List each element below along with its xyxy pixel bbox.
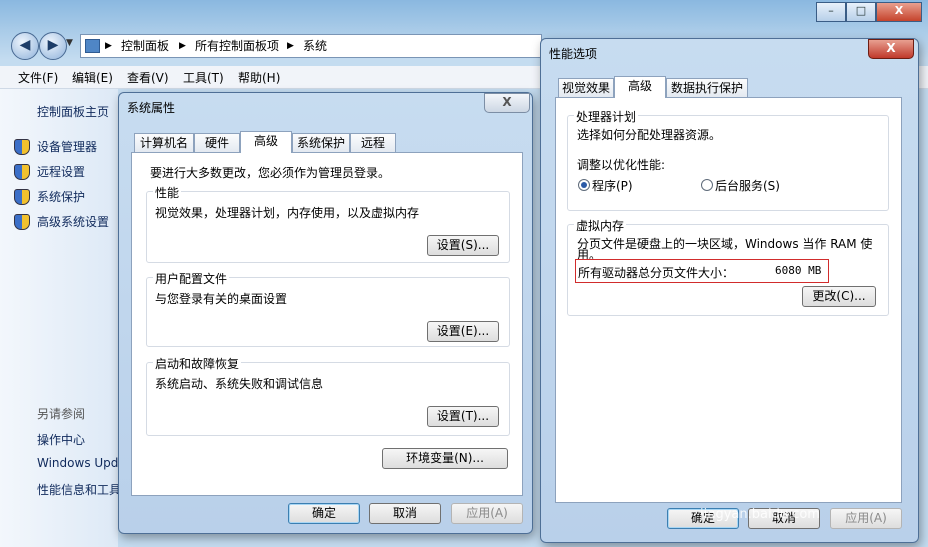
adjust-label: 调整以优化性能: bbox=[577, 158, 666, 172]
programs-label[interactable]: 程序(P) bbox=[592, 177, 633, 194]
performance-settings-button[interactable]: 设置(S)... bbox=[427, 235, 499, 256]
dialog-title: 系统属性 bbox=[127, 101, 176, 115]
close-button[interactable]: X bbox=[876, 2, 922, 22]
control-panel-home-link[interactable]: 控制面板主页 bbox=[37, 103, 109, 120]
chevron-right-icon: ▶ bbox=[179, 41, 186, 51]
menu-edit[interactable]: 编辑(E) bbox=[72, 69, 113, 86]
forward-arrow-icon[interactable]: ▶ bbox=[39, 32, 67, 60]
maximize-button[interactable]: □ bbox=[846, 2, 876, 22]
menu-file[interactable]: 文件(F) bbox=[18, 69, 58, 86]
advanced-tab-panel: 要进行大多数更改，您必须作为管理员登录。 性能 视觉效果，处理器计划，内存使用，… bbox=[131, 152, 523, 496]
chevron-right-icon: ▶ bbox=[287, 41, 294, 51]
tab-visual-effects[interactable]: 视觉效果 bbox=[558, 78, 614, 98]
shield-icon bbox=[14, 139, 30, 155]
startup-recovery-group: 启动和故障恢复 系统启动、系统失败和调试信息 设置(T)... bbox=[146, 355, 510, 436]
window-controls: – □ X bbox=[816, 2, 922, 22]
menu-help[interactable]: 帮助(H) bbox=[238, 69, 280, 86]
breadcrumb-item[interactable]: 所有控制面板项 bbox=[195, 35, 279, 57]
background-services-radio[interactable] bbox=[701, 179, 713, 191]
system-properties-dialog: 系统属性 X 计算机名 硬件 高级 系统保护 远程 要进行大多数更改，您必须作为… bbox=[118, 92, 533, 534]
environment-variables-button[interactable]: 环境变量(N)... bbox=[382, 448, 508, 469]
cancel-button[interactable]: 取消 bbox=[369, 503, 441, 524]
tab-remote[interactable]: 远程 bbox=[350, 133, 396, 153]
performance-group: 性能 视觉效果，处理器计划，内存使用，以及虚拟内存 设置(S)... bbox=[146, 184, 510, 263]
virtual-memory-group: 虚拟内存 分页文件是硬盘上的一块区域，Windows 当作 RAM 使 用。 所… bbox=[567, 217, 889, 316]
profiles-settings-button[interactable]: 设置(E)... bbox=[427, 321, 499, 342]
change-button[interactable]: 更改(C)... bbox=[802, 286, 876, 307]
menu-tools[interactable]: 工具(T) bbox=[183, 69, 224, 86]
admin-note: 要进行大多数更改，您必须作为管理员登录。 bbox=[150, 166, 391, 180]
history-dropdown-icon[interactable]: ▼ bbox=[66, 38, 73, 48]
tab-computer-name[interactable]: 计算机名 bbox=[134, 133, 194, 153]
tab-system-protection[interactable]: 系统保护 bbox=[292, 133, 350, 153]
chevron-right-icon: ▶ bbox=[105, 41, 112, 51]
ok-button[interactable]: 确定 bbox=[288, 503, 360, 524]
tab-dep[interactable]: 数据执行保护 bbox=[666, 78, 748, 98]
programs-radio[interactable] bbox=[578, 179, 590, 191]
watermark-url: jingyan.baidu.com bbox=[700, 507, 820, 522]
advanced-system-settings-link[interactable]: 高级系统设置 bbox=[37, 213, 109, 230]
user-profiles-group: 用户配置文件 与您登录有关的桌面设置 设置(E)... bbox=[146, 270, 510, 347]
address-bar[interactable]: ▶ 控制面板 ▶ 所有控制面板项 ▶ 系统 bbox=[80, 34, 542, 58]
windows-update-link[interactable]: Windows Upd bbox=[37, 456, 118, 470]
vm-description-line1: 分页文件是硬盘上的一块区域，Windows 当作 RAM 使 bbox=[577, 237, 873, 251]
apply-button[interactable]: 应用(A) bbox=[451, 503, 523, 524]
startup-settings-button[interactable]: 设置(T)... bbox=[427, 406, 499, 427]
remote-settings-link[interactable]: 远程设置 bbox=[37, 163, 85, 180]
total-paging-file-value: 6080 MB bbox=[775, 264, 822, 277]
close-button[interactable]: X bbox=[868, 39, 914, 59]
system-protection-link[interactable]: 系统保护 bbox=[37, 188, 85, 205]
processor-scheduling-group: 处理器计划 选择如何分配处理器资源。 调整以优化性能: 程序(P) 后台服务(S… bbox=[567, 108, 889, 211]
dialog-title: 性能选项 bbox=[549, 47, 598, 61]
minimize-button[interactable]: – bbox=[816, 2, 846, 22]
shield-icon bbox=[14, 189, 30, 205]
close-button[interactable]: X bbox=[484, 93, 530, 113]
back-arrow-icon[interactable]: ◀ bbox=[11, 32, 39, 60]
background-services-label[interactable]: 后台服务(S) bbox=[715, 177, 780, 194]
group-title: 用户配置文件 bbox=[153, 270, 230, 287]
breadcrumb-item[interactable]: 系统 bbox=[303, 35, 327, 57]
tab-advanced[interactable]: 高级 bbox=[240, 131, 292, 153]
group-description: 系统启动、系统失败和调试信息 bbox=[155, 377, 324, 391]
see-also-header: 另请参阅 bbox=[37, 407, 86, 421]
tab-hardware[interactable]: 硬件 bbox=[194, 133, 240, 153]
group-description: 视觉效果，处理器计划，内存使用，以及虚拟内存 bbox=[155, 206, 420, 220]
shield-icon bbox=[14, 164, 30, 180]
device-manager-link[interactable]: 设备管理器 bbox=[37, 138, 97, 155]
menu-view[interactable]: 查看(V) bbox=[127, 69, 169, 86]
breadcrumb-item[interactable]: 控制面板 bbox=[121, 35, 169, 57]
advanced-tab-panel: 处理器计划 选择如何分配处理器资源。 调整以优化性能: 程序(P) 后台服务(S… bbox=[555, 97, 902, 503]
total-paging-file-label: 所有驱动器总分页文件大小： bbox=[578, 266, 735, 280]
watermark-logo: Baidu经验 bbox=[712, 470, 869, 505]
action-center-link[interactable]: 操作中心 bbox=[37, 431, 85, 448]
group-title: 启动和故障恢复 bbox=[153, 355, 242, 372]
group-title: 虚拟内存 bbox=[574, 217, 627, 234]
tab-advanced[interactable]: 高级 bbox=[614, 76, 666, 98]
group-description: 选择如何分配处理器资源。 bbox=[577, 128, 722, 142]
group-description: 与您登录有关的桌面设置 bbox=[155, 292, 288, 306]
control-panel-icon bbox=[85, 39, 100, 53]
apply-button[interactable]: 应用(A) bbox=[830, 508, 902, 529]
group-title: 处理器计划 bbox=[574, 108, 639, 125]
left-nav-pane: 控制面板主页 设备管理器 远程设置 系统保护 高级系统设置 另请参阅 操作中心 … bbox=[0, 89, 121, 547]
group-title: 性能 bbox=[153, 184, 182, 201]
performance-info-link[interactable]: 性能信息和工具 bbox=[37, 481, 121, 498]
shield-icon bbox=[14, 214, 30, 230]
